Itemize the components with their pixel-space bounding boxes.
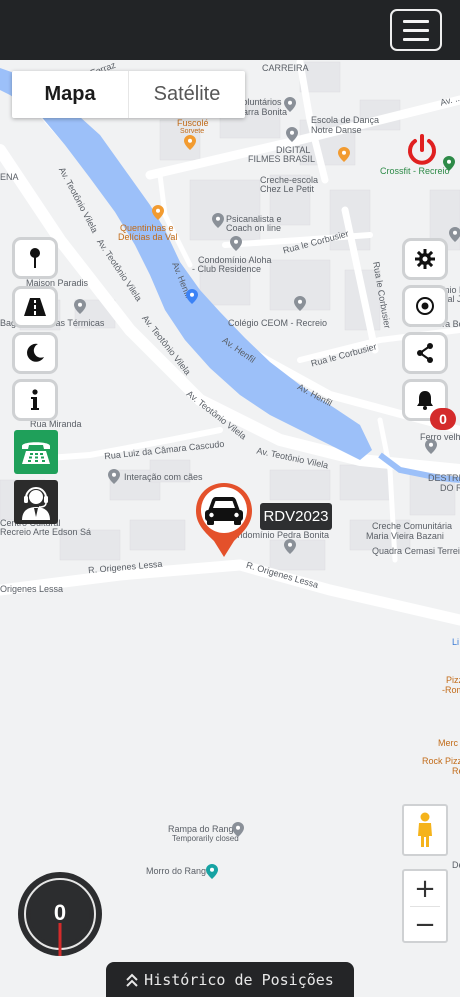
moon-icon — [27, 343, 44, 362]
app-root: Ferraz CARREIRA Voluntários Barra Bonita… — [0, 0, 460, 997]
info-icon — [31, 389, 39, 410]
map-label: Pizz — [446, 675, 460, 685]
map-type-toggle: Mapa Satélite — [12, 71, 245, 118]
map-pin-icon — [30, 248, 40, 268]
map-label: Rock Pizza — [422, 756, 460, 766]
settings-button[interactable] — [402, 238, 448, 280]
map-label: Interação com cães — [124, 472, 203, 482]
map-label: Recreio Arte Edson Sá — [0, 527, 92, 537]
poi-pin-icon[interactable] — [74, 299, 86, 314]
map-label: Morro do Rangel — [146, 866, 214, 876]
map-label: -Rom — [442, 685, 460, 695]
top-navbar — [0, 0, 460, 60]
map-label: Quadra Cemasi Terreirão — [372, 546, 460, 556]
hamburger-icon[interactable] — [390, 9, 442, 51]
poi-pin-icon[interactable] — [232, 822, 244, 837]
map-label: ENA — [0, 172, 19, 182]
poi-pin-icon[interactable] — [152, 205, 164, 220]
telephone-icon — [22, 442, 50, 464]
poi-pin-icon[interactable] — [286, 127, 298, 142]
map-label: De — [452, 860, 460, 870]
street-view-icon — [418, 812, 432, 847]
gear-icon — [415, 249, 435, 269]
map-type-mapa-button[interactable]: Mapa — [12, 71, 129, 118]
poi-pin-icon[interactable] — [108, 469, 120, 484]
speed-needle — [58, 923, 62, 956]
street-view-button[interactable] — [402, 804, 448, 856]
poi-pin-icon[interactable] — [212, 213, 224, 228]
poi-pin-icon[interactable] — [284, 539, 296, 554]
map-label: Origenes Lessa — [0, 584, 64, 594]
map-label: Merc — [438, 738, 458, 748]
notification-count-badge: 0 — [430, 408, 456, 430]
poi-pin-icon[interactable] — [184, 135, 196, 150]
share-icon — [417, 343, 433, 363]
position-history-button[interactable]: Histórico de Posições — [106, 962, 354, 997]
vehicle-plate-label[interactable]: RDV2023 — [260, 503, 332, 530]
map-label: Li — [452, 637, 460, 647]
map-pin-button[interactable] — [12, 237, 58, 279]
map-label: Creche Comunitária — [372, 521, 453, 531]
support-button[interactable] — [14, 480, 58, 524]
zoom-in-button[interactable]: + — [404, 871, 446, 906]
info-button[interactable] — [12, 379, 58, 421]
poi-pin-icon[interactable] — [338, 147, 350, 162]
poi-pin-icon[interactable] — [294, 296, 306, 311]
map-label: Crossfit - Recreio — [380, 166, 450, 176]
support-agent-icon — [22, 487, 50, 520]
bell-icon — [417, 391, 433, 410]
night-mode-button[interactable] — [12, 332, 58, 374]
map-label: DESTRIB — [428, 473, 460, 483]
poi-pin-icon[interactable] — [186, 289, 198, 304]
vehicle-marker[interactable] — [194, 481, 254, 559]
map-label: Colégio CEOM - Recreio — [228, 318, 328, 328]
double-chevron-up-icon — [126, 973, 138, 987]
share-button[interactable] — [402, 332, 448, 374]
map-label: Escola de Dança — [311, 115, 380, 125]
map-label: FILMES BRASIL — [248, 154, 316, 164]
zoom-control: + − — [402, 869, 448, 943]
zoom-out-button[interactable]: − — [404, 907, 446, 942]
map-label: Rampa do Rangel — [168, 824, 241, 834]
map-label: Maria Vieira Bazani — [366, 531, 444, 541]
map-label: Coach on line — [226, 223, 282, 233]
poi-pin-icon[interactable] — [284, 97, 296, 112]
speed-value: 0 — [53, 900, 67, 925]
map-label: Delícias da Val — [118, 232, 178, 242]
map-label: Notre Danse — [311, 125, 362, 135]
poi-pin-icon[interactable] — [425, 439, 437, 454]
map-label: Temporarily closed — [172, 834, 239, 843]
map-label: - Club Residence — [192, 264, 262, 274]
locate-button[interactable] — [402, 285, 448, 327]
call-button[interactable] — [14, 430, 58, 474]
poi-pin-icon[interactable] — [230, 236, 242, 251]
map-label: CARREIRA — [262, 63, 309, 73]
history-label: Histórico de Posições — [144, 970, 334, 989]
map-label: DO R — [440, 483, 460, 493]
target-icon — [416, 297, 434, 315]
map-label: Re — [452, 766, 460, 776]
road-button[interactable] — [12, 286, 58, 328]
poi-pin-icon[interactable] — [206, 864, 218, 879]
road-icon — [24, 298, 46, 316]
map-label: Chez Le Petit — [260, 184, 315, 194]
poi-pin-icon[interactable] — [443, 156, 455, 171]
poi-pin-icon[interactable] — [449, 227, 460, 242]
power-icon[interactable] — [405, 133, 439, 167]
map-type-satellite-button[interactable]: Satélite — [129, 71, 245, 118]
